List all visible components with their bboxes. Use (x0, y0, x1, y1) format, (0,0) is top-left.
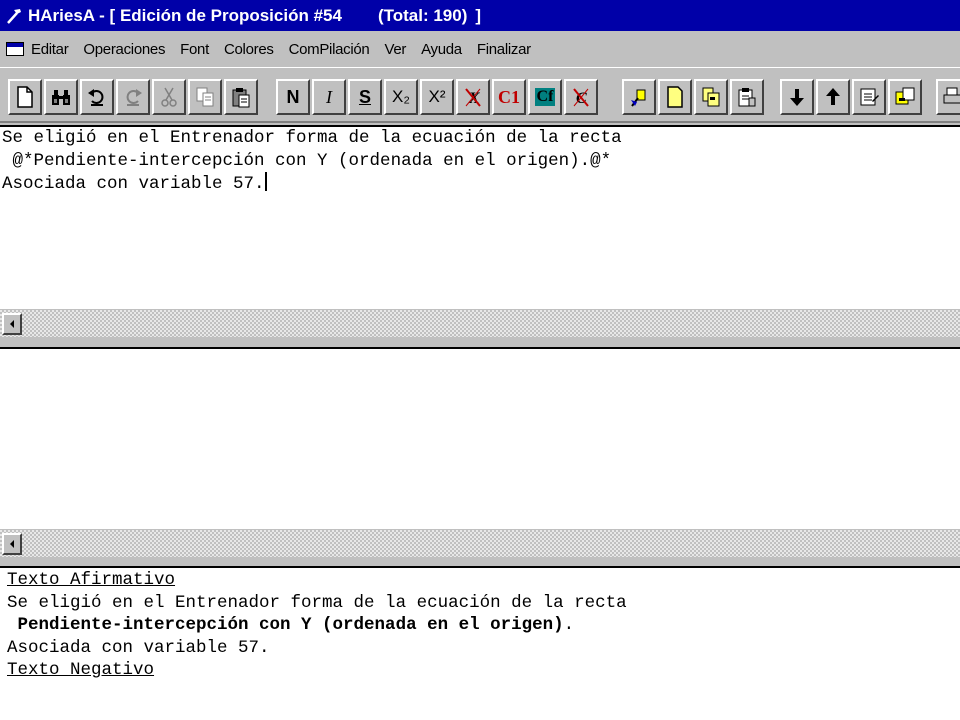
print-button[interactable] (936, 79, 960, 115)
superscript-icon: X² (428, 87, 446, 106)
editor-line: Asociada con variable 57. (2, 174, 265, 194)
colorf-icon: Cf (534, 88, 556, 106)
italic-button[interactable]: I (312, 79, 346, 115)
blank-page-button[interactable] (658, 79, 692, 115)
menu-ver[interactable]: Ver (384, 41, 406, 58)
cut-icon (161, 87, 177, 107)
italic-icon: I (326, 86, 332, 107)
secondary-pane[interactable] (0, 347, 960, 531)
cut-button[interactable] (152, 79, 186, 115)
underline-button[interactable]: S (348, 79, 382, 115)
bold-icon: N (286, 86, 300, 107)
list-edit-button[interactable] (852, 79, 886, 115)
total-count: (Total: 190) (377, 5, 468, 25)
move-up-icon (826, 88, 840, 105)
menu-finalizar[interactable]: Finalizar (477, 41, 531, 58)
menu-colores[interactable]: Colores (224, 41, 274, 58)
document-system-icon[interactable] (6, 42, 24, 56)
find-icon (52, 90, 70, 105)
preview-bold-line: Pendiente-intercepción con Y (ordenada e… (7, 614, 960, 637)
menu-bar: Editar Operaciones Font Colores ComPilac… (0, 31, 960, 67)
list-edit-icon (860, 88, 879, 106)
menu-operaciones[interactable]: Operaciones (83, 41, 165, 58)
move-down-button[interactable] (780, 79, 814, 115)
bold-button[interactable]: N (276, 79, 310, 115)
preview-pane: Texto Afirmativo Se eligió en el Entrenad… (0, 566, 960, 720)
preview-bold-text: Pendiente-intercepción con Y (ordenada e… (7, 615, 564, 635)
menu-compilacion[interactable]: ComPilación (289, 41, 370, 58)
preview-line: Asociada con variable 57. (7, 637, 270, 658)
editor-text[interactable]: Se eligió en el Entrenador forma de la e… (0, 127, 960, 196)
editor-horizontal-scrollbar[interactable] (0, 309, 960, 337)
clear-format-icon: X (465, 88, 481, 107)
clear-format-button[interactable]: X (456, 79, 490, 115)
clear-color-button[interactable]: C (564, 79, 598, 115)
new-document-icon (17, 86, 33, 108)
title-bracket: ] (475, 5, 482, 25)
clear-color-icon: C (573, 88, 589, 107)
move-down-icon (790, 89, 804, 106)
new-document-button[interactable] (8, 79, 42, 115)
editor-pane[interactable]: Se eligió en el Entrenador forma de la e… (0, 125, 960, 311)
menu-editar[interactable]: Editar (31, 41, 69, 58)
colorf-button[interactable]: Cf (528, 79, 562, 115)
window-title: HAriesA - [ Edición de Proposición #54 (28, 5, 342, 25)
insert-button[interactable] (622, 79, 656, 115)
move-up-button[interactable] (816, 79, 850, 115)
scroll-left-button[interactable] (2, 533, 22, 555)
superscript-button[interactable]: X² (420, 79, 454, 115)
arrow-left-icon (10, 540, 14, 548)
insert-icon (631, 89, 646, 107)
editor-line-with-caret: Asociada con variable 57. (2, 172, 960, 196)
undo-button[interactable] (80, 79, 114, 115)
app-hammer-icon[interactable] (3, 5, 25, 27)
text-caret (264, 172, 267, 191)
find-button[interactable] (44, 79, 78, 115)
menu-ayuda[interactable]: Ayuda (421, 41, 462, 58)
color1-icon: C1 (498, 86, 520, 107)
pane-splitter[interactable] (0, 337, 960, 347)
blank-page-icon (667, 86, 683, 108)
secondary-horizontal-scrollbar[interactable] (0, 529, 960, 557)
scroll-left-button[interactable] (2, 313, 22, 335)
toolbar: N I S X₂ X² X C1 Cf C (0, 67, 960, 123)
export-button[interactable] (888, 79, 922, 115)
heading-affirmative: Texto Afirmativo (7, 570, 176, 590)
redo-icon (126, 89, 142, 106)
copy-button[interactable] (188, 79, 222, 115)
title-bar: HAriesA - [ Edición de Proposición #54 (… (0, 0, 960, 31)
pane-splitter[interactable] (0, 557, 960, 566)
subscript-icon: X₂ (392, 87, 410, 106)
properties-button[interactable] (730, 79, 764, 115)
duplicate-icon (702, 87, 720, 107)
duplicate-button[interactable] (694, 79, 728, 115)
color1-button[interactable]: C1 (492, 79, 526, 115)
print-icon (943, 87, 960, 104)
preview-text: Texto Afirmativo Se eligió en el Entrenad… (0, 568, 960, 682)
underline-icon: S (358, 86, 371, 107)
preview-line: Se eligió en el Entrenador forma de la e… (7, 592, 627, 613)
undo-icon (88, 89, 104, 106)
copy-icon (196, 87, 214, 107)
heading-negative: Texto Negativo (7, 660, 155, 680)
preview-bold-tail: . (563, 615, 575, 635)
paste-icon (232, 88, 250, 108)
paste-button[interactable] (224, 79, 258, 115)
arrow-left-icon (10, 320, 14, 328)
export-icon (895, 87, 915, 105)
editor-line: @*Pendiente-intercepción con Y (ordenada… (2, 150, 612, 171)
editor-line: Se eligió en el Entrenador forma de la e… (2, 128, 622, 148)
properties-icon (738, 88, 756, 107)
menu-font[interactable]: Font (180, 41, 209, 58)
subscript-button[interactable]: X₂ (384, 79, 418, 115)
redo-button[interactable] (116, 79, 150, 115)
